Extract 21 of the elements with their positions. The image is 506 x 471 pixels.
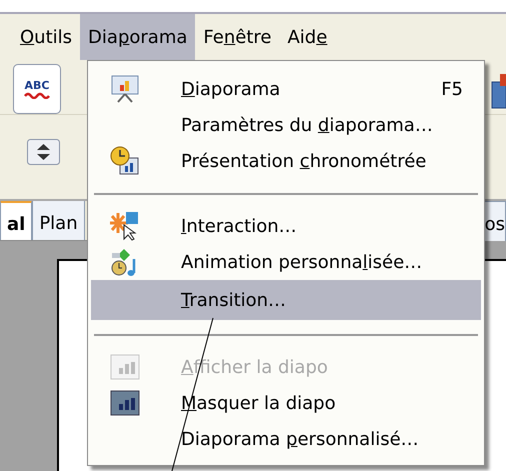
bar-chart-icon: [110, 354, 140, 380]
bar-chart-icon: [110, 390, 140, 416]
squiggle-icon: [24, 90, 50, 98]
spinner-icon[interactable]: [27, 139, 60, 165]
tab[interactable]: al: [0, 200, 32, 240]
cursor-star-icon: [110, 211, 140, 241]
menu-item[interactable]: Diaporama personnalisé…: [91, 421, 481, 457]
menu-item[interactable]: Paramètres du diaporama…: [91, 107, 481, 143]
menu-item[interactable]: Présentation chronométrée: [91, 143, 481, 179]
menu-bar-item[interactable]: Aide: [279, 14, 336, 60]
menu-bar-item[interactable]: Fenêtre: [195, 14, 280, 60]
menu-bar-item[interactable]: Diaporama: [80, 14, 196, 60]
menu-bar-item[interactable]: Outils: [12, 14, 80, 60]
clock-chart-icon: [110, 146, 140, 176]
spellcheck-button[interactable]: ABC: [13, 64, 61, 114]
chart-icon[interactable]: [490, 74, 506, 110]
menu-item[interactable]: Transition…: [91, 280, 481, 320]
tab[interactable]: Plan: [32, 200, 85, 240]
menu-item[interactable]: Animation personnalisée…: [91, 244, 481, 280]
projector-icon: [110, 75, 140, 103]
menu-item[interactable]: Diaporama F5: [91, 71, 481, 107]
